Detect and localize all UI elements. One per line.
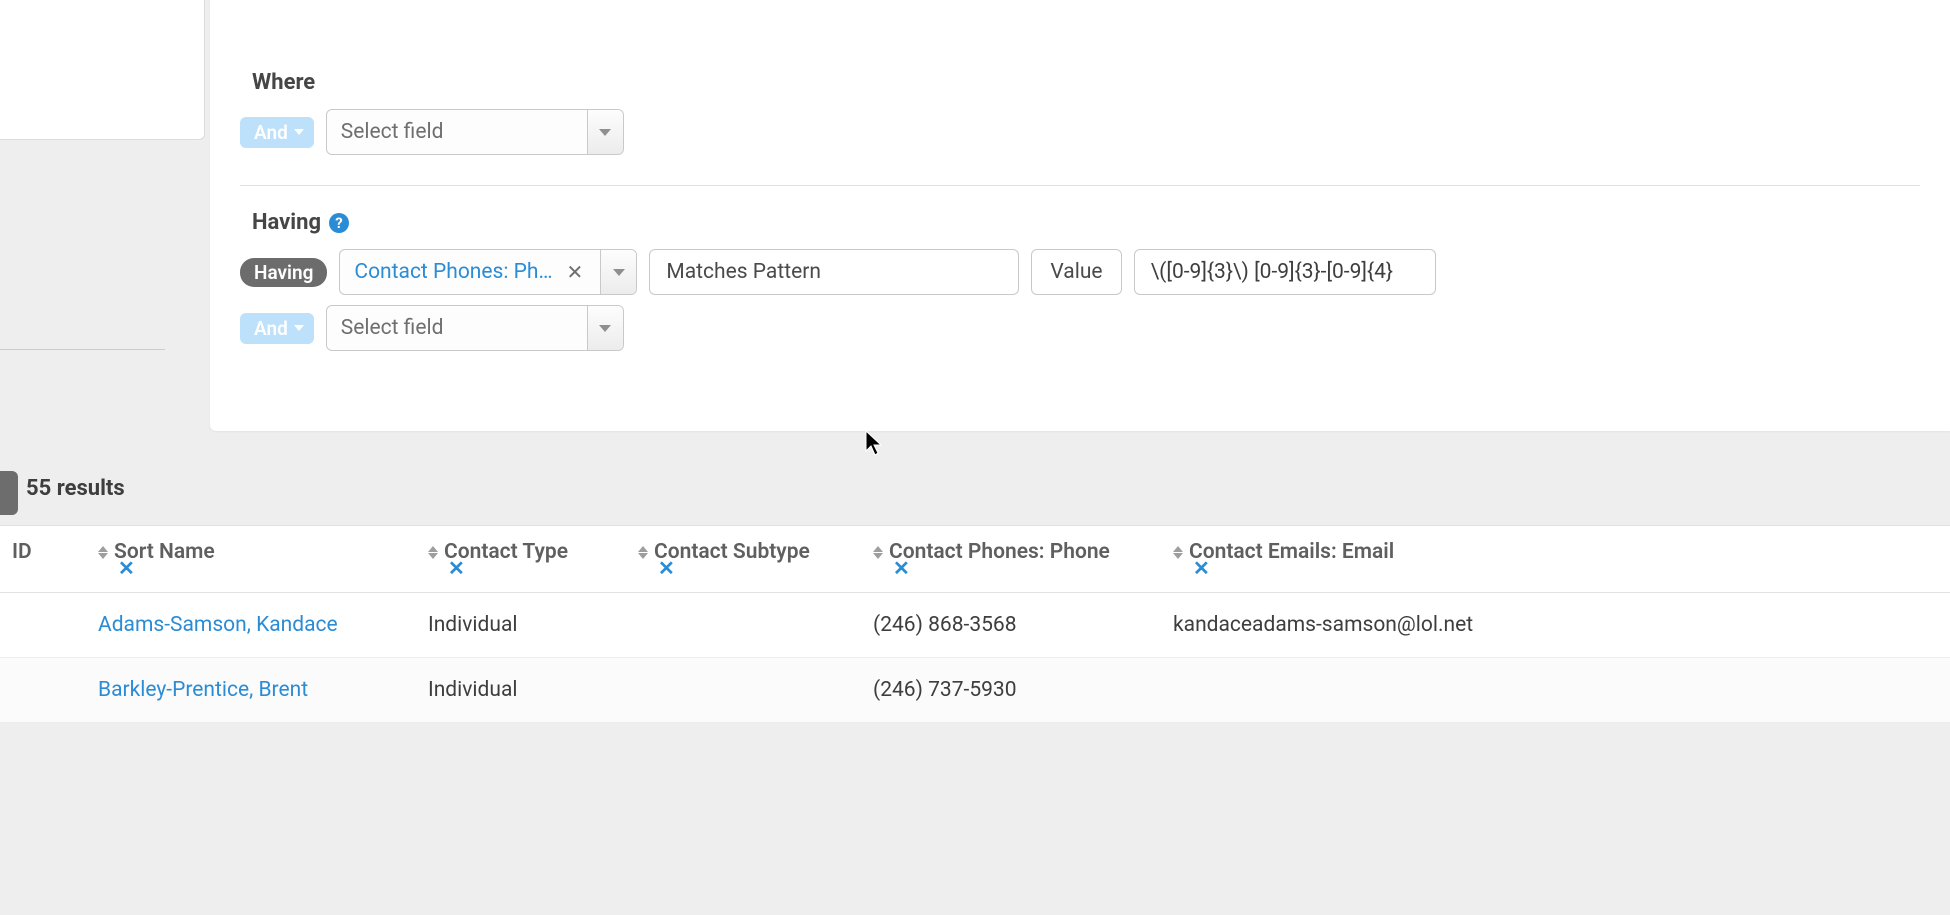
having-heading: Having ? bbox=[252, 210, 1920, 235]
remove-column-icon[interactable]: ✕ bbox=[893, 556, 910, 580]
col-contact-subtype-label: Contact Subtype bbox=[654, 540, 810, 564]
results-table: ID Sort Name ✕ Contact Type ✕ Contact Su… bbox=[0, 525, 1950, 723]
cell-contact-type: Individual bbox=[416, 593, 626, 657]
results-toggle-stub[interactable] bbox=[0, 471, 18, 515]
cell-contact-subtype bbox=[626, 658, 861, 722]
sort-icon bbox=[98, 546, 108, 559]
remove-column-icon[interactable]: ✕ bbox=[448, 556, 465, 580]
caret-down-icon bbox=[294, 129, 304, 135]
having-and-pill[interactable]: And bbox=[240, 313, 314, 344]
cell-contact-type: Individual bbox=[416, 658, 626, 722]
sort-icon bbox=[873, 546, 883, 559]
having-field-select[interactable]: Contact Phones: Ph… ✕ bbox=[339, 249, 637, 295]
col-contact-subtype[interactable]: Contact Subtype ✕ bbox=[626, 526, 861, 592]
where-and-pill[interactable]: And bbox=[240, 117, 314, 148]
caret-down-icon bbox=[294, 325, 304, 331]
having-and-label: And bbox=[254, 319, 288, 338]
col-phone[interactable]: Contact Phones: Phone ✕ bbox=[861, 526, 1161, 592]
filter-panel: Where And Select field Having ? Having C… bbox=[210, 0, 1950, 431]
where-heading: Where bbox=[252, 70, 1920, 95]
pattern-input[interactable] bbox=[1134, 249, 1436, 295]
table-header: ID Sort Name ✕ Contact Type ✕ Contact Su… bbox=[0, 526, 1950, 593]
col-email[interactable]: Contact Emails: Email ✕ bbox=[1161, 526, 1611, 592]
where-field-placeholder: Select field bbox=[327, 110, 587, 154]
remove-column-icon[interactable]: ✕ bbox=[658, 556, 675, 580]
col-contact-type[interactable]: Contact Type ✕ bbox=[416, 526, 626, 592]
having-field-selected: Contact Phones: Ph… ✕ bbox=[340, 250, 600, 294]
remove-column-icon[interactable]: ✕ bbox=[118, 556, 135, 580]
operator-select[interactable]: Matches Pattern bbox=[649, 249, 1019, 295]
having-pill[interactable]: Having bbox=[240, 258, 327, 287]
col-id[interactable]: ID bbox=[0, 526, 86, 592]
sort-icon bbox=[428, 546, 438, 559]
table-row: Adams-Samson, Kandace Individual (246) 8… bbox=[0, 593, 1950, 658]
where-section: Where And Select field bbox=[240, 46, 1920, 155]
having-field-placeholder: Select field bbox=[327, 306, 587, 350]
cell-phone: (246) 737-5930 bbox=[861, 658, 1161, 722]
cell-phone: (246) 868-3568 bbox=[861, 593, 1161, 657]
cell-contact-subtype bbox=[626, 593, 861, 657]
remove-column-icon[interactable]: ✕ bbox=[1193, 556, 1210, 580]
sort-icon bbox=[638, 546, 648, 559]
sidebar-stub-top bbox=[0, 0, 205, 140]
cell-email: kandaceadams-samson@lol.net bbox=[1161, 593, 1611, 657]
where-and-label: And bbox=[254, 123, 288, 142]
chevron-down-icon bbox=[587, 306, 623, 350]
col-email-label: Contact Emails: Email bbox=[1189, 540, 1394, 564]
col-phone-label: Contact Phones: Phone bbox=[889, 540, 1110, 564]
chevron-down-icon bbox=[600, 250, 636, 294]
table-body: Adams-Samson, Kandace Individual (246) 8… bbox=[0, 593, 1950, 723]
having-heading-text: Having bbox=[252, 210, 321, 235]
having-section: Having ? Having Contact Phones: Ph… ✕ Ma… bbox=[240, 185, 1920, 351]
mouse-cursor-icon bbox=[865, 430, 883, 458]
where-field-select[interactable]: Select field bbox=[326, 109, 624, 155]
help-icon[interactable]: ? bbox=[329, 213, 349, 233]
having-field-selected-text: Contact Phones: Ph… bbox=[354, 260, 552, 284]
having-field-select-2[interactable]: Select field bbox=[326, 305, 624, 351]
value-label-badge[interactable]: Value bbox=[1031, 249, 1121, 295]
clear-field-icon[interactable]: ✕ bbox=[567, 260, 584, 284]
cell-id bbox=[0, 658, 86, 722]
cell-sort-name[interactable]: Adams-Samson, Kandace bbox=[86, 593, 416, 657]
results-count: 55 results bbox=[26, 476, 125, 501]
cell-id bbox=[0, 593, 86, 657]
sort-icon bbox=[1173, 546, 1183, 559]
cell-sort-name[interactable]: Barkley-Prentice, Brent bbox=[86, 658, 416, 722]
cell-email bbox=[1161, 658, 1611, 722]
table-row: Barkley-Prentice, Brent Individual (246)… bbox=[0, 658, 1950, 723]
col-id-label: ID bbox=[12, 540, 32, 564]
sidebar-stub-mid bbox=[0, 210, 165, 350]
chevron-down-icon bbox=[587, 110, 623, 154]
col-sort-name[interactable]: Sort Name ✕ bbox=[86, 526, 416, 592]
